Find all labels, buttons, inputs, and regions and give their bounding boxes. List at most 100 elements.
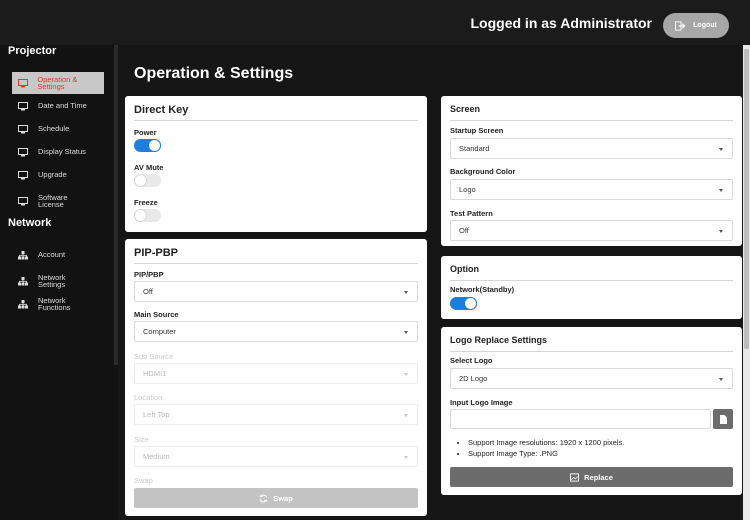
- chevron-down-icon: [719, 148, 723, 151]
- monitor-icon: [15, 78, 30, 88]
- startup-screen-label: Startup Screen: [450, 126, 504, 135]
- select-logo-label: Select Logo: [450, 356, 493, 365]
- size-label: Size: [134, 435, 149, 444]
- chevron-down-icon: [404, 331, 408, 334]
- chevron-down-icon: [404, 373, 408, 376]
- logo-replace-card: Logo Replace Settings Select Logo 2D Log…: [441, 327, 742, 495]
- power-label: Power: [134, 128, 157, 137]
- scrollbar-thumb[interactable]: [744, 49, 749, 349]
- main-source-label: Main Source: [134, 310, 179, 319]
- option-card: Option Network(Standby): [441, 256, 742, 319]
- power-toggle[interactable]: [134, 139, 161, 152]
- sidebar-item-schedule[interactable]: Schedule: [12, 118, 104, 140]
- direct-key-card: Direct Key Power AV Mute Freeze: [125, 96, 427, 232]
- av-mute-toggle[interactable]: [134, 174, 161, 187]
- select-value: Standard: [459, 144, 490, 153]
- page-scrollbar[interactable]: [743, 45, 750, 520]
- freeze-toggle[interactable]: [134, 209, 161, 222]
- logout-icon: [675, 20, 686, 31]
- file-icon: [719, 414, 727, 424]
- test-pattern-label: Test Pattern: [450, 209, 493, 218]
- sidebar-item-label: Software License: [38, 192, 68, 209]
- logout-button[interactable]: Logout: [663, 13, 729, 38]
- card-divider: [450, 120, 733, 121]
- chevron-down-icon: [719, 378, 723, 381]
- pip-pbp-label: PIP/PBP: [134, 270, 164, 279]
- select-value: Left Top: [143, 410, 170, 419]
- card-divider: [134, 120, 418, 121]
- sidebar-item-account[interactable]: Account: [12, 244, 104, 266]
- card-title: Direct Key: [134, 104, 189, 116]
- swap-icon: [259, 494, 268, 502]
- background-color-label: Background Color: [450, 167, 516, 176]
- toggle-knob: [134, 209, 147, 222]
- network-icon: [15, 299, 31, 309]
- sidebar-item-network-settings[interactable]: Network Settings: [12, 270, 104, 292]
- monitor-icon: [15, 147, 31, 157]
- sidebar-item-software-license[interactable]: Software License: [12, 190, 104, 212]
- select-logo-select[interactable]: 2D Logo: [450, 368, 733, 389]
- card-divider: [450, 351, 733, 352]
- select-value: HDMI1: [143, 369, 167, 378]
- size-select[interactable]: Medium: [134, 446, 418, 467]
- page-title: Operation & Settings: [134, 65, 294, 82]
- replace-button-label: Replace: [584, 472, 613, 482]
- select-value: Medium: [143, 452, 170, 461]
- network-icon: [15, 276, 31, 286]
- location-label: Location: [134, 393, 163, 402]
- image-icon: [570, 472, 580, 482]
- sidebar-item-label: Operation & Settings: [37, 74, 78, 91]
- sidebar-item-upgrade[interactable]: Upgrade: [12, 164, 104, 186]
- location-select[interactable]: Left Top: [134, 404, 418, 425]
- toggle-knob: [148, 139, 161, 152]
- login-status: Logged in as Administrator: [470, 15, 653, 31]
- sub-source-label: Sub Source: [134, 352, 174, 361]
- monitor-icon: [15, 101, 31, 111]
- sidebar-item-label: Upgrade: [38, 170, 67, 180]
- sidebar-item-label: Date and Time: [38, 101, 87, 111]
- toggle-knob: [464, 297, 477, 310]
- main-source-select[interactable]: Computer: [134, 321, 418, 342]
- sidebar-item-label: Network Settings: [38, 272, 66, 289]
- select-value: Off: [143, 287, 153, 296]
- input-logo-image-label: Input Logo Image: [450, 398, 513, 407]
- startup-screen-select[interactable]: Standard: [450, 138, 733, 159]
- toggle-knob: [134, 174, 147, 187]
- screen-card: Screen Startup Screen Standard Backgroun…: [441, 96, 742, 246]
- logo-file-input[interactable]: [450, 409, 711, 429]
- monitor-icon: [15, 196, 31, 206]
- select-value: 2D Logo: [459, 374, 488, 383]
- background-color-select[interactable]: Logo: [450, 179, 733, 200]
- select-value: Off: [459, 226, 469, 235]
- swap-button-label: Swap: [273, 493, 293, 503]
- sidebar-item-label: Schedule: [38, 124, 70, 134]
- network-standby-toggle[interactable]: [450, 297, 477, 310]
- pip-pbp-select[interactable]: Off: [134, 281, 418, 302]
- sidebar-item-network-functions[interactable]: Network Functions: [12, 293, 104, 315]
- chevron-down-icon: [404, 456, 408, 459]
- select-value: Logo: [459, 185, 476, 194]
- card-title: Screen: [450, 104, 481, 114]
- swap-button[interactable]: Swap: [134, 488, 418, 508]
- chevron-down-icon: [719, 230, 723, 233]
- select-value: Computer: [143, 327, 176, 336]
- logo-requirements-list: Support Image resolutions: 1920 x 1200 p…: [468, 437, 624, 459]
- swap-label: Swap: [134, 476, 153, 485]
- freeze-label: Freeze: [134, 198, 158, 207]
- chevron-down-icon: [719, 189, 723, 192]
- pip-pbp-card: PIP-PBP PIP/PBP Off Main Source Computer…: [125, 239, 427, 516]
- sidebar-group-projector: Projector: [8, 45, 57, 57]
- monitor-icon: [15, 170, 31, 180]
- card-title: Logo Replace Settings: [450, 335, 548, 345]
- sidebar-item-operation-settings[interactable]: Operation & Settings: [12, 72, 104, 94]
- sub-source-select[interactable]: HDMI1: [134, 363, 418, 384]
- sidebar-item-date-time[interactable]: Date and Time: [12, 95, 104, 117]
- test-pattern-select[interactable]: Off: [450, 220, 733, 241]
- replace-button[interactable]: Replace: [450, 467, 733, 487]
- sidebar-item-display-status[interactable]: Display Status: [12, 141, 104, 163]
- sidebar-item-label: Display Status: [38, 147, 86, 157]
- monitor-icon: [15, 124, 31, 134]
- top-bar: Logged in as Administrator Logout: [0, 0, 750, 45]
- card-title: PIP-PBP: [134, 247, 179, 259]
- browse-file-button[interactable]: [713, 409, 733, 429]
